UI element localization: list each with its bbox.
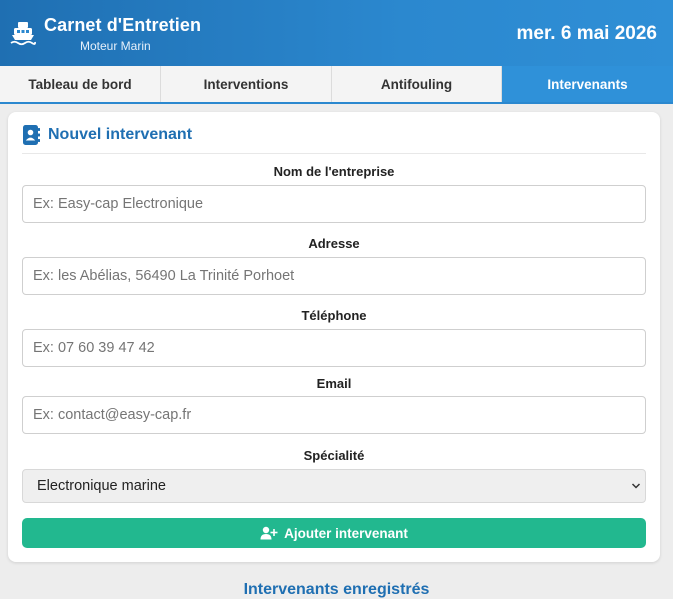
phone-input[interactable] <box>22 329 646 367</box>
company-label: Nom de l'entreprise <box>273 164 395 179</box>
saved-contractors-title: Intervenants enregistrés <box>243 581 430 598</box>
specialty-selected-value: Electronique marine <box>37 478 166 494</box>
card-title: Nouvel intervenant <box>48 126 193 143</box>
main-tabs: Tableau de bord Interventions Antifoulin… <box>0 66 673 104</box>
app-header: Carnet d'Entretien Moteur Marin mer. 6 m… <box>0 0 673 66</box>
tab-intervenants[interactable]: Intervenants <box>502 66 673 102</box>
contact-book-icon <box>23 125 40 145</box>
specialty-select[interactable]: Electronique marine <box>22 469 646 503</box>
add-contractor-button[interactable]: Ajouter intervenant <box>22 518 646 548</box>
address-input[interactable] <box>22 257 646 295</box>
tab-interventions[interactable]: Interventions <box>161 66 332 102</box>
phone-label: Téléphone <box>301 308 367 323</box>
card-header: Nouvel intervenant <box>22 124 646 154</box>
new-contractor-card: Nouvel intervenant Nom de l'entreprise A… <box>8 112 660 562</box>
user-plus-icon <box>260 526 278 540</box>
chevron-down-icon <box>631 483 641 489</box>
add-contractor-label: Ajouter intervenant <box>284 525 408 541</box>
address-label: Adresse <box>308 236 360 251</box>
boat-icon <box>10 22 36 46</box>
current-date: mer. 6 mai 2026 <box>516 23 658 44</box>
app-subtitle: Moteur Marin <box>80 39 151 53</box>
app-title: Carnet d'Entretien <box>44 15 202 35</box>
tab-antifouling[interactable]: Antifouling <box>332 66 502 102</box>
specialty-label: Spécialité <box>303 448 365 463</box>
company-input[interactable] <box>22 185 646 223</box>
email-input[interactable] <box>22 396 646 434</box>
email-label: Email <box>316 376 352 391</box>
tab-tableau-de-bord[interactable]: Tableau de bord <box>0 66 161 102</box>
